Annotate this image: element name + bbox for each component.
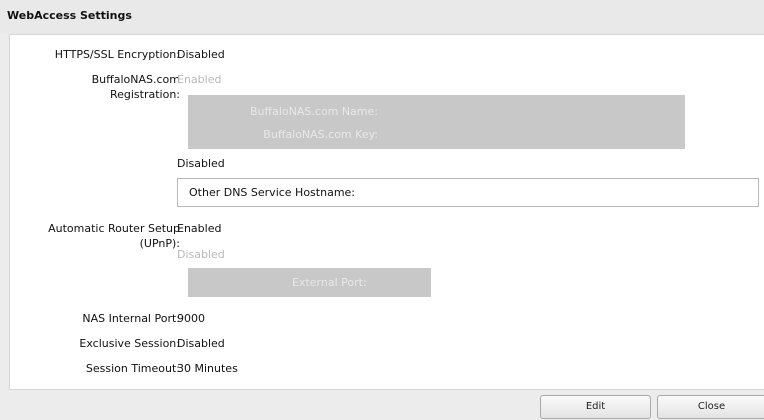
- buffalonas-label-line1: BuffaloNAS.com: [91, 73, 180, 86]
- nas-port-label: NAS Internal Port:: [82, 312, 180, 325]
- close-button[interactable]: Close: [657, 395, 764, 419]
- session-timeout-label: Session Timeout:: [85, 362, 180, 375]
- dialog-title: WebAccess Settings: [7, 9, 132, 22]
- other-dns-hostname-box: Other DNS Service Hostname:: [177, 178, 759, 207]
- buffalonas-label-line2: Registration:: [109, 88, 180, 101]
- external-port-label: External Port:: [292, 276, 367, 289]
- exclusive-session-value: Disabled: [177, 337, 225, 350]
- https-label: HTTPS/SSL Encryption:: [54, 48, 180, 61]
- other-dns-value: Disabled: [177, 157, 225, 170]
- buffalonas-key-label: BuffaloNAS.com Key:: [263, 128, 378, 141]
- nas-port-value: 9000: [177, 312, 205, 325]
- buffalonas-details-box: BuffaloNAS.com Name: BuffaloNAS.com Key:: [188, 95, 685, 149]
- edit-button[interactable]: Edit: [540, 395, 651, 419]
- external-port-box: External Port:: [188, 268, 431, 297]
- upnp-value: Enabled: [177, 222, 222, 235]
- buffalonas-value: Enabled: [177, 73, 222, 86]
- session-timeout-value: 30 Minutes: [177, 362, 238, 375]
- upnp-sub-value: Disabled: [177, 248, 225, 261]
- exclusive-session-label: Exclusive Session:: [79, 337, 180, 350]
- other-dns-hostname-label: Other DNS Service Hostname:: [189, 186, 356, 199]
- https-value: Disabled: [177, 48, 225, 61]
- upnp-label-line1: Automatic Router Setup: [48, 222, 180, 235]
- upnp-label-line2: (UPnP):: [139, 237, 180, 250]
- buffalonas-name-label: BuffaloNAS.com Name:: [249, 105, 378, 118]
- dialog-title-bar: WebAccess Settings: [0, 0, 764, 34]
